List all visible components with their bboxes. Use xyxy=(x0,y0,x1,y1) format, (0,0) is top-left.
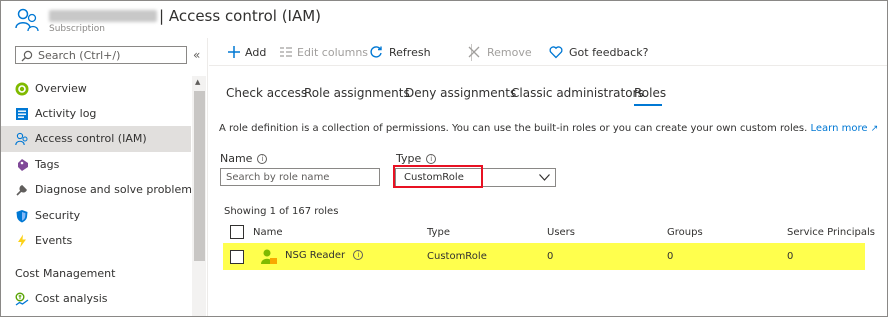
sidebar-item-label: Overview xyxy=(35,82,87,95)
iam-icon xyxy=(15,132,28,146)
sidebar-item-label: Diagnose and solve problems xyxy=(35,183,198,196)
refresh-icon xyxy=(370,46,382,58)
external-link-icon: ↗ xyxy=(870,124,879,134)
info-icon[interactable]: i xyxy=(257,154,268,164)
tag-icon xyxy=(18,159,28,171)
sidebar-item-tags[interactable]: Tags xyxy=(1,152,191,178)
role-type-cell: CustomRole xyxy=(427,251,487,262)
plus-icon xyxy=(228,46,240,58)
results-count: Showing 1 of 167 roles xyxy=(224,206,339,217)
edit-columns-icon xyxy=(280,47,292,57)
menu-scrollbar-thumb[interactable] xyxy=(194,91,205,261)
scroll-up-arrow-icon[interactable]: ▲ xyxy=(195,78,200,86)
sidebar-item-overview[interactable]: Overview xyxy=(1,76,191,102)
column-header-name[interactable]: Name xyxy=(253,227,283,238)
page-title: | Access control (IAM) xyxy=(159,7,322,25)
close-icon xyxy=(468,46,480,58)
type-dropdown[interactable]: CustomRole xyxy=(395,168,556,187)
cost-analysis-icon xyxy=(15,292,29,306)
iam-people-icon xyxy=(15,8,39,32)
column-header-groups[interactable]: Groups xyxy=(667,227,703,238)
column-header-type[interactable]: Type xyxy=(427,227,450,238)
column-header-users[interactable]: Users xyxy=(547,227,575,238)
name-filter-label: Name i xyxy=(220,152,268,165)
active-tab-indicator xyxy=(634,104,662,106)
tab-deny-assignments[interactable]: Deny assignments xyxy=(405,86,516,100)
page-subtitle: Subscription xyxy=(49,24,105,34)
roles-description: A role definition is a collection of per… xyxy=(219,123,878,134)
menu-search-input[interactable]: Search (Ctrl+/) xyxy=(15,46,187,64)
role-service-principals-cell: 0 xyxy=(787,251,794,262)
refresh-label: Refresh xyxy=(389,46,431,59)
blade-header: | Access control (IAM) Subscription xyxy=(1,1,887,38)
row-checkbox[interactable] xyxy=(230,250,244,264)
sidebar-item-security[interactable]: Security xyxy=(1,203,191,229)
chevron-down-icon xyxy=(539,174,550,181)
sidebar-item-access-control[interactable]: Access control (IAM) xyxy=(1,126,191,152)
type-filter-label: Type i xyxy=(396,152,437,165)
type-selected-value: CustomRole xyxy=(404,172,464,183)
lightning-icon xyxy=(18,234,26,248)
role-groups-cell: 0 xyxy=(667,251,674,262)
remove-label: Remove xyxy=(487,46,532,59)
tab-role-assignments[interactable]: Role assignments xyxy=(304,86,410,100)
role-name-text: NSG Reader xyxy=(285,250,346,261)
sidebar-item-activity-log[interactable]: Activity log xyxy=(1,101,191,127)
activity-log-icon xyxy=(16,108,28,120)
search-placeholder: Search (Ctrl+/) xyxy=(38,49,121,62)
sidebar-item-label: Cost analysis xyxy=(35,292,108,305)
name-label-text: Name xyxy=(220,152,253,165)
subscription-name-redacted xyxy=(49,10,157,22)
sidebar-item-label: Tags xyxy=(35,158,60,171)
role-name-link[interactable]: NSG Reader i xyxy=(285,250,364,261)
select-all-checkbox[interactable] xyxy=(230,225,244,239)
cost-management-section-header: Cost Management xyxy=(15,267,116,280)
sidebar-item-cost-analysis[interactable]: Cost analysis xyxy=(1,286,191,312)
type-label-text: Type xyxy=(396,152,422,165)
overview-icon xyxy=(15,82,29,96)
tab-check-access[interactable]: Check access xyxy=(226,86,307,100)
sidebar-item-label: Events xyxy=(35,234,73,247)
info-icon[interactable]: i xyxy=(353,250,364,260)
add-label: Add xyxy=(245,46,267,59)
collapse-menu-button[interactable]: « xyxy=(193,48,200,62)
sidebar-item-label: Activity log xyxy=(35,107,97,120)
sidebar-item-label: Access control (IAM) xyxy=(35,132,147,145)
description-text: A role definition is a collection of per… xyxy=(219,123,808,134)
learn-more-link[interactable]: Learn more ↗ xyxy=(810,123,878,134)
sidebar-item-diagnose[interactable]: Diagnose and solve problems xyxy=(1,177,198,203)
wrench-icon xyxy=(16,185,27,196)
shield-icon xyxy=(16,210,28,223)
column-header-service-principals[interactable]: Service Principals xyxy=(787,227,875,238)
command-bar: Add Edit columns Refresh Remove Got feed… xyxy=(209,38,887,66)
learn-more-label: Learn more xyxy=(810,123,868,134)
sidebar-item-events[interactable]: Events xyxy=(1,228,191,254)
info-icon[interactable]: i xyxy=(426,154,437,164)
sidebar-item-label: Security xyxy=(35,209,81,222)
search-icon xyxy=(21,50,33,62)
tab-roles[interactable]: Roles xyxy=(634,86,666,100)
edit-columns-label: Edit columns xyxy=(297,46,369,59)
role-users-cell: 0 xyxy=(547,251,554,262)
tab-classic-administrators[interactable]: Classic administrators xyxy=(511,86,644,100)
role-name-search-input[interactable] xyxy=(220,168,380,186)
resource-menu: Search (Ctrl+/) « Overview Activity log … xyxy=(1,38,208,316)
feedback-label: Got feedback? xyxy=(569,46,649,59)
heart-icon xyxy=(549,46,563,59)
custom-role-icon xyxy=(261,249,277,264)
